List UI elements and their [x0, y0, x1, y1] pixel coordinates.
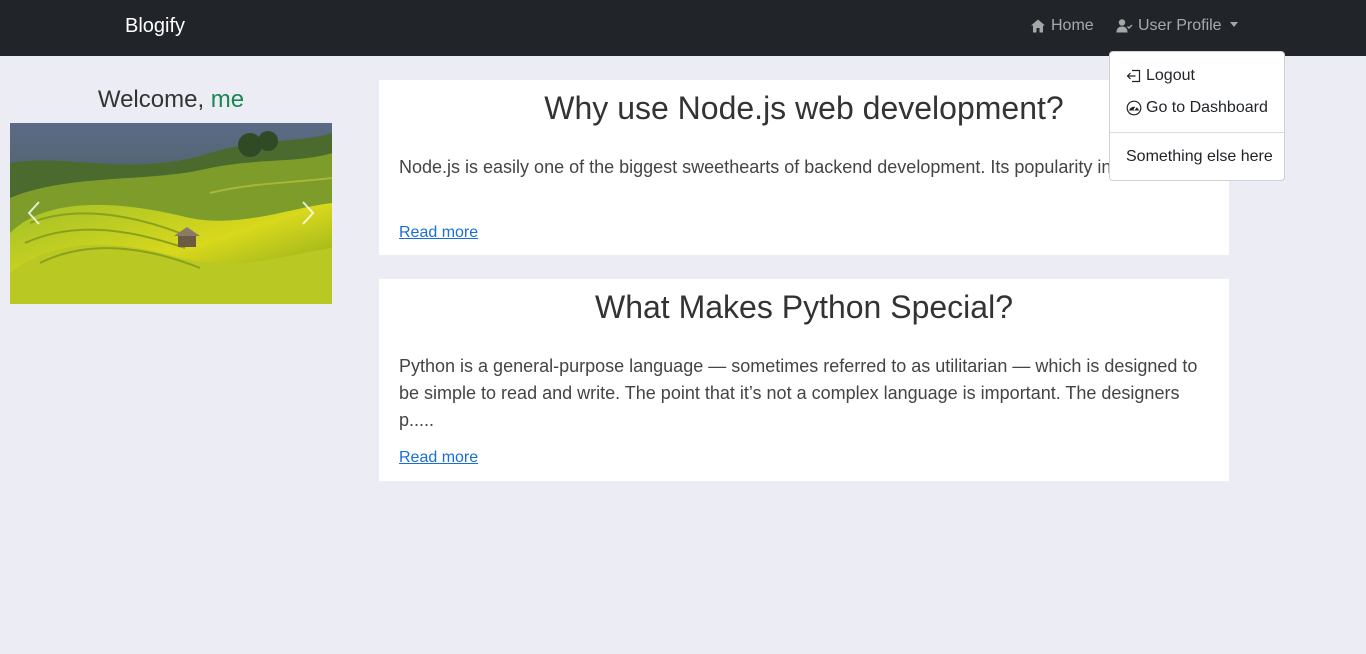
chevron-left-icon	[27, 201, 40, 225]
nav-home-label: Home	[1051, 17, 1094, 34]
post-excerpt: Node.js is easily one of the biggest swe…	[399, 157, 1211, 177]
read-more-link[interactable]: Read more	[399, 224, 478, 242]
post-excerpt: Python is a general-purpose language — s…	[399, 356, 1198, 430]
brand-logo[interactable]: Blogify	[125, 15, 185, 38]
logout-label: Logout	[1146, 67, 1195, 84]
top-navbar: Blogify Home User Profile	[0, 0, 1366, 56]
post-card: Why use Node.js web development? Node.js…	[379, 80, 1229, 255]
home-icon	[1031, 19, 1045, 33]
carousel-prev-button[interactable]	[14, 193, 54, 233]
user-profile-menu: Logout Go to Dashboard Something else he…	[1109, 51, 1285, 181]
username: me	[210, 86, 245, 113]
dashboard-menu-item[interactable]: Go to Dashboard	[1126, 99, 1268, 117]
read-more-link[interactable]: Read more	[399, 449, 478, 467]
welcome-heading: Welcome, me	[10, 86, 332, 114]
chevron-right-icon	[302, 201, 315, 225]
user-profile-dropdown-toggle[interactable]: User Profile	[1116, 17, 1238, 35]
image-carousel	[10, 123, 332, 304]
something-else-label: Something else here	[1126, 148, 1273, 165]
landscape-image	[10, 123, 332, 304]
dashboard-label: Go to Dashboard	[1146, 99, 1268, 116]
post-card: What Makes Python Special? Python is a g…	[379, 279, 1229, 481]
post-title: Why use Node.js web development?	[544, 90, 1064, 126]
logout-icon	[1126, 69, 1141, 83]
post-title: What Makes Python Special?	[595, 289, 1013, 325]
logout-menu-item[interactable]: Logout	[1126, 67, 1195, 85]
user-check-icon	[1116, 19, 1133, 33]
welcome-prefix: Welcome,	[97, 86, 205, 113]
menu-divider	[1110, 132, 1284, 133]
carousel-next-button[interactable]	[288, 193, 328, 233]
user-profile-label: User Profile	[1138, 17, 1222, 34]
something-else-menu-item[interactable]: Something else here	[1126, 148, 1273, 166]
dashboard-icon	[1126, 100, 1142, 116]
nav-home-link[interactable]: Home	[1030, 17, 1094, 35]
caret-down-icon	[1229, 21, 1238, 27]
